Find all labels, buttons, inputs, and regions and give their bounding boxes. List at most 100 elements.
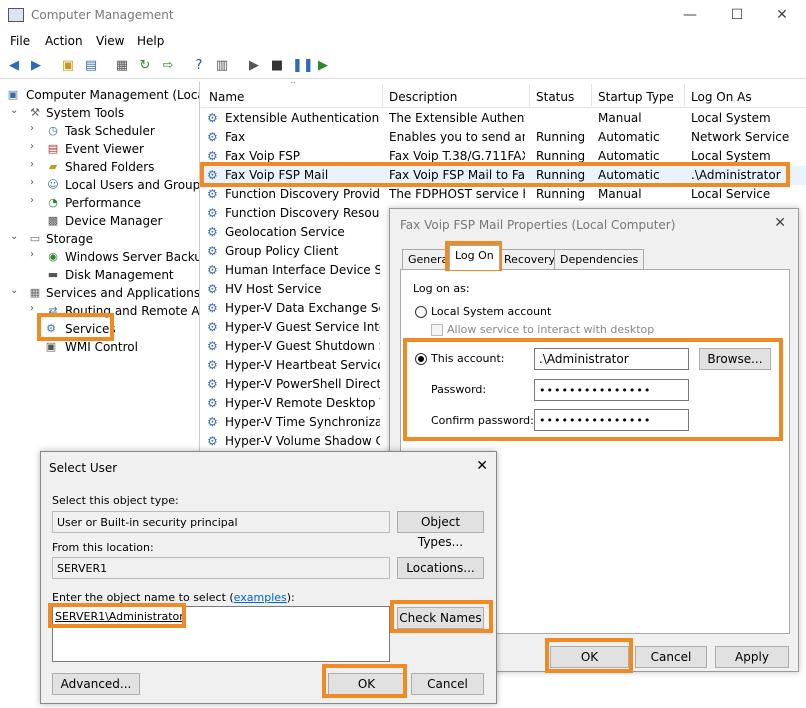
examples-link[interactable]: examples <box>234 591 287 604</box>
service-name: Hyper-V Data Exchange Ser... <box>225 301 380 315</box>
properties-ok-button[interactable]: OK <box>550 646 629 668</box>
check-names-button[interactable]: Check Names <box>397 607 484 629</box>
menu-bar: File Action View Help <box>0 31 806 51</box>
service-gear-icon: ⚙ <box>207 206 218 220</box>
locations-button[interactable]: Locations... <box>397 557 484 579</box>
stop-service-icon[interactable]: ■ <box>269 58 285 74</box>
service-row[interactable]: ⚙ Fax Voip FSP Mail Fax Voip FSP Mail to F… <box>201 166 806 185</box>
menu-view[interactable]: View <box>96 34 124 48</box>
password-label: Password: <box>431 383 487 396</box>
select-user-dialog: Select User ✕ Select this object type: U… <box>40 451 497 704</box>
chevron-right-icon[interactable]: › <box>30 123 42 134</box>
service-description: Fax Voip T.38/G.711FAX ... <box>389 149 525 163</box>
tab-recovery[interactable]: Recovery <box>498 249 562 269</box>
refresh-icon[interactable]: ↻ <box>137 58 153 74</box>
select-user-ok-button[interactable]: OK <box>328 673 405 695</box>
service-gear-icon: ⚙ <box>207 415 218 429</box>
device-manager-icon: ▩ <box>47 214 59 227</box>
confirm-password-field[interactable]: ••••••••••••••• <box>534 409 689 431</box>
browse-button[interactable]: Browse... <box>699 348 771 370</box>
service-name: Hyper-V Guest Shutdown S... <box>225 339 380 353</box>
restart-service-icon[interactable]: ▶ <box>315 58 331 74</box>
backup-icon: ◉ <box>48 250 58 263</box>
service-status: Running <box>536 130 586 144</box>
performance-icon: ◔ <box>48 196 58 209</box>
column-status[interactable]: Status <box>536 90 574 104</box>
object-type-label: Select this object type: <box>52 494 179 507</box>
close-icon[interactable]: ✕ <box>476 458 488 474</box>
help-icon[interactable]: ? <box>191 58 207 74</box>
properties-apply-button[interactable]: Apply <box>715 646 789 668</box>
properties-icon[interactable]: ▦ <box>114 58 130 74</box>
folder-up-icon[interactable]: ▣ <box>60 58 76 74</box>
minimize-button[interactable]: — <box>680 6 700 24</box>
tab-dependencies[interactable]: Dependencies <box>554 249 645 269</box>
back-arrow-icon[interactable]: ◀ <box>6 58 22 74</box>
confirm-password-label: Confirm password: <box>431 414 534 427</box>
details-view-icon[interactable]: ▥ <box>214 58 230 74</box>
local-system-radio[interactable] <box>415 306 427 318</box>
menu-action[interactable]: Action <box>45 34 83 48</box>
column-description[interactable]: Description <box>389 90 457 104</box>
service-gear-icon: ⚙ <box>207 301 218 315</box>
service-name: Function Discovery Provide... <box>225 187 380 201</box>
menu-help[interactable]: Help <box>137 34 164 48</box>
select-user-cancel-button[interactable]: Cancel <box>411 673 484 695</box>
service-row[interactable]: ⚙ Fax Enables you to send an... Running Auto… <box>201 128 806 147</box>
object-types-button[interactable]: Object Types... <box>397 511 484 549</box>
location-label: From this location: <box>52 541 154 554</box>
toolbar: ◀ ▶ ▣ ▤ ▦ ↻ ⇨ ? ▥ ▶ ■ ❚❚ ▶ <box>0 53 806 79</box>
object-name-input[interactable]: SERVER1\Administrator <box>52 606 390 662</box>
chevron-down-icon[interactable]: ⌄ <box>10 231 22 242</box>
chevron-right-icon[interactable]: › <box>30 303 42 314</box>
chevron-right-icon[interactable]: › <box>30 141 42 152</box>
chevron-down-icon[interactable]: ⌄ <box>10 285 22 296</box>
service-name: Hyper-V Remote Desktop Vi... <box>225 396 380 410</box>
pause-service-icon[interactable]: ❚❚ <box>292 58 314 74</box>
service-name: Function Discovery Resourc... <box>225 206 380 220</box>
service-row[interactable]: ⚙ Extensible Authentication P... The Exten… <box>201 109 806 128</box>
advanced-button[interactable]: Advanced... <box>52 673 140 695</box>
chevron-down-icon[interactable]: ⌄ <box>10 105 22 116</box>
chevron-right-icon[interactable]: › <box>30 177 42 188</box>
users-icon: ☺ <box>47 178 59 191</box>
column-log-on-as[interactable]: Log On As <box>691 90 752 104</box>
event-log-icon: ▤ <box>47 142 59 155</box>
service-row[interactable]: ⚙ Fax Voip FSP Fax Voip T.38/G.711FAX ... R… <box>201 147 806 166</box>
properties-cancel-button[interactable]: Cancel <box>635 646 707 668</box>
chevron-right-icon[interactable]: › <box>30 249 42 260</box>
list-header: Name ⌃ Description Status Startup Type L… <box>201 82 806 108</box>
service-row[interactable]: ⚙ Function Discovery Provide... The FDPHOS… <box>201 185 806 204</box>
account-field[interactable]: .\Administrator <box>534 348 689 370</box>
service-name: Human Interface Device Ser... <box>225 263 380 277</box>
menu-file[interactable]: File <box>10 34 30 48</box>
tools-icon: ⚒ <box>30 106 40 119</box>
chevron-right-icon[interactable]: › <box>30 195 42 206</box>
service-gear-icon: ⚙ <box>207 111 218 125</box>
column-startup-type[interactable]: Startup Type <box>598 90 674 104</box>
service-name: Hyper-V PowerShell Direct ... <box>225 377 380 391</box>
service-startup-type: Automatic <box>598 130 660 144</box>
forward-arrow-icon[interactable]: ▶ <box>28 58 44 74</box>
allow-desktop-checkbox[interactable] <box>431 324 443 336</box>
computer-icon: ▣ <box>7 88 19 101</box>
maximize-button[interactable]: ☐ <box>727 6 747 24</box>
show-hide-tree-icon[interactable]: ▤ <box>83 58 99 74</box>
export-list-icon[interactable]: ⇨ <box>160 58 176 74</box>
properties-dialog-title: Fax Voip FSP Mail Properties (Local Comp… <box>400 218 676 232</box>
close-button[interactable]: ✕ <box>772 6 792 24</box>
chevron-right-icon[interactable]: › <box>30 159 42 170</box>
window-title: Computer Management <box>31 8 174 22</box>
service-gear-icon: ⚙ <box>207 187 218 201</box>
column-name[interactable]: Name <box>209 90 244 104</box>
service-gear-icon: ⚙ <box>207 320 218 334</box>
service-gear-icon: ⚙ <box>207 168 218 182</box>
service-startup-type: Manual <box>598 111 642 125</box>
password-field[interactable]: ••••••••••••••• <box>534 379 689 401</box>
close-icon[interactable]: ✕ <box>774 215 786 231</box>
wmi-icon: ▣ <box>45 340 57 353</box>
tab-log-on[interactable]: Log On <box>449 245 500 270</box>
start-service-icon[interactable]: ▶ <box>246 58 262 74</box>
this-account-radio[interactable] <box>415 353 427 365</box>
service-gear-icon: ⚙ <box>207 149 218 163</box>
